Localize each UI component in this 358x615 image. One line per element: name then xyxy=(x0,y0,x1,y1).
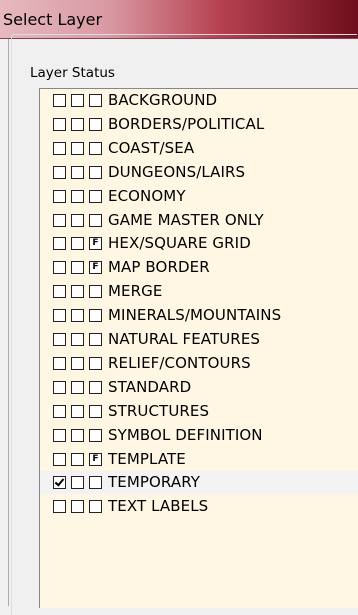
locked-checkbox[interactable] xyxy=(71,261,84,275)
layer-row[interactable]: MINERALS/MOUNTAINS xyxy=(40,304,358,327)
window-title: Select Layer xyxy=(3,10,103,29)
layer-name: SYMBOL DEFINITION xyxy=(108,425,263,444)
layer-row[interactable]: GAME MASTER ONLY xyxy=(40,209,358,232)
locked-checkbox[interactable] xyxy=(71,356,84,370)
layer-list[interactable]: BACKGROUND BORDERS/POLITICAL COAST/SEA DUNG… xyxy=(39,88,358,608)
layer-name: ECONOMY xyxy=(108,186,186,205)
visible-checkbox[interactable] xyxy=(53,117,66,131)
locked-checkbox[interactable] xyxy=(71,476,84,490)
layer-row[interactable]: NATURAL FEATURES xyxy=(40,328,358,351)
locked-checkbox[interactable] xyxy=(71,285,84,299)
locked-checkbox[interactable] xyxy=(71,380,84,394)
visible-checkbox[interactable] xyxy=(53,261,66,275)
frozen-checkbox[interactable] xyxy=(89,428,102,442)
layer-name: BACKGROUND xyxy=(108,91,218,109)
visible-checkbox[interactable] xyxy=(53,189,66,203)
layer-row[interactable]: BORDERS/POLITICAL xyxy=(40,113,358,136)
visible-checkbox[interactable] xyxy=(53,333,66,346)
frozen-checkbox[interactable] xyxy=(89,309,102,323)
locked-checkbox[interactable] xyxy=(71,500,84,514)
visible-checkbox[interactable] xyxy=(53,94,66,107)
visible-checkbox[interactable] xyxy=(53,213,66,227)
layer-row[interactable]: STANDARD xyxy=(40,376,358,399)
visible-checkbox[interactable] xyxy=(53,428,66,442)
layer-name: HEX/SQUARE GRID xyxy=(108,234,251,253)
layer-name: STANDARD xyxy=(108,377,192,396)
layer-name: MAP BORDER xyxy=(108,258,210,277)
frozen-checkbox[interactable] xyxy=(89,380,102,394)
locked-checkbox[interactable] xyxy=(71,404,84,418)
layer-name: STRUCTURES xyxy=(108,401,210,420)
frozen-checkbox[interactable] xyxy=(89,94,102,107)
locked-checkbox[interactable] xyxy=(71,309,84,323)
frozen-checkbox[interactable] xyxy=(89,189,102,203)
visible-checkbox[interactable] xyxy=(53,404,66,418)
layer-row[interactable]: F TEMPLATE xyxy=(40,448,358,471)
visible-checkbox[interactable] xyxy=(53,165,66,179)
layer-row[interactable]: F HEX/SQUARE GRID xyxy=(40,232,358,255)
frozen-checkbox[interactable] xyxy=(89,213,102,227)
locked-checkbox[interactable] xyxy=(71,213,84,227)
layer-name: TEMPLATE xyxy=(108,449,186,468)
layer-row[interactable]: STRUCTURES xyxy=(40,400,358,423)
layer-name: GAME MASTER ONLY xyxy=(108,210,264,229)
layer-row[interactable]: BACKGROUND xyxy=(40,89,358,112)
layer-name: TEMPORARY xyxy=(108,473,201,492)
layer-row[interactable]: F MAP BORDER xyxy=(40,256,358,279)
visible-checkbox[interactable] xyxy=(53,380,66,394)
frozen-checkbox[interactable] xyxy=(89,165,102,179)
frozen-checkbox[interactable]: F xyxy=(89,261,102,275)
frozen-checkbox[interactable] xyxy=(89,476,102,490)
layer-name: MINERALS/MOUNTAINS xyxy=(108,306,282,325)
frozen-checkbox[interactable] xyxy=(89,285,102,299)
layer-name: TEXT LABELS xyxy=(108,497,209,516)
layer-name: COAST/SEA xyxy=(108,138,195,157)
locked-checkbox[interactable] xyxy=(71,189,84,203)
visible-checkbox[interactable] xyxy=(53,309,66,323)
layer-name: RELIEF/CONTOURS xyxy=(108,353,251,372)
frozen-checkbox[interactable] xyxy=(89,356,102,370)
frozen-checkbox[interactable]: F xyxy=(89,237,102,251)
visible-checkbox[interactable] xyxy=(53,356,66,370)
layer-row[interactable]: ECONOMY xyxy=(40,185,358,208)
visible-checkbox[interactable] xyxy=(53,141,66,155)
frozen-checkbox[interactable]: F xyxy=(89,452,102,466)
layer-row[interactable]: SYMBOL DEFINITION xyxy=(40,424,358,447)
frozen-checkbox[interactable] xyxy=(89,333,102,346)
locked-checkbox[interactable] xyxy=(71,237,84,251)
locked-checkbox[interactable] xyxy=(71,333,84,346)
layer-name: NATURAL FEATURES xyxy=(108,330,261,348)
visible-checkbox[interactable] xyxy=(53,285,66,299)
layer-name: DUNGEONS/LAIRS xyxy=(108,162,246,181)
layer-row[interactable]: MERGE xyxy=(40,280,358,303)
frozen-checkbox[interactable] xyxy=(89,404,102,418)
locked-checkbox[interactable] xyxy=(71,428,84,442)
layer-row[interactable]: RELIEF/CONTOURS xyxy=(40,352,358,375)
layer-name: MERGE xyxy=(108,282,163,301)
visible-checkbox[interactable] xyxy=(53,237,66,251)
frozen-checkbox[interactable] xyxy=(89,500,102,514)
locked-checkbox[interactable] xyxy=(71,452,84,466)
layer-row[interactable]: TEMPORARY xyxy=(40,471,358,495)
layer-row[interactable]: TEXT LABELS xyxy=(40,495,358,518)
frozen-checkbox[interactable] xyxy=(89,117,102,131)
locked-checkbox[interactable] xyxy=(71,141,84,155)
locked-checkbox[interactable] xyxy=(71,117,84,131)
visible-checkbox[interactable] xyxy=(53,500,66,514)
layer-name: BORDERS/POLITICAL xyxy=(108,114,265,133)
locked-checkbox[interactable] xyxy=(71,165,84,179)
layer-row[interactable]: COAST/SEA xyxy=(40,137,358,160)
visible-checkbox[interactable] xyxy=(53,452,66,466)
layer-row[interactable]: DUNGEONS/LAIRS xyxy=(40,161,358,184)
group-label: Layer Status xyxy=(27,65,118,81)
locked-checkbox[interactable] xyxy=(71,94,84,107)
frozen-checkbox[interactable] xyxy=(89,141,102,155)
visible-checkbox[interactable] xyxy=(53,476,66,490)
